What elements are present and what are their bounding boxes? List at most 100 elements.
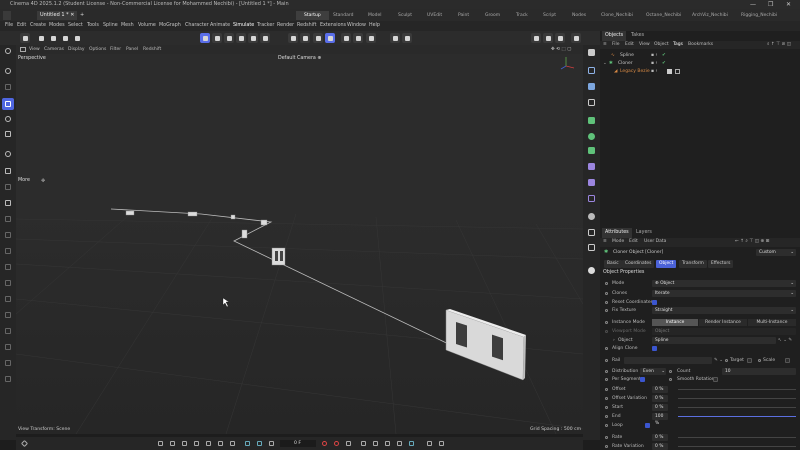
subtab-effectors[interactable]: Effectors xyxy=(708,260,734,268)
anim-dot-icon[interactable] xyxy=(605,292,608,295)
menu-volume[interactable]: Volume xyxy=(138,21,156,31)
objects-menu-object[interactable]: Object xyxy=(654,41,669,49)
field-icon[interactable] xyxy=(586,177,597,188)
sound-icon[interactable] xyxy=(268,440,275,447)
next-key-icon[interactable] xyxy=(217,440,224,447)
reset-coordinates-checkbox[interactable] xyxy=(652,300,657,305)
end-slider[interactable] xyxy=(678,416,796,418)
viewport-menu-redshift[interactable]: Redshift xyxy=(143,45,161,54)
key-rotation-icon[interactable] xyxy=(372,440,379,447)
rate-slider[interactable] xyxy=(678,437,796,438)
rail-link-icons[interactable]: ✎ ⌄ xyxy=(714,356,723,365)
viewport-menu-panel[interactable]: Panel xyxy=(126,45,138,54)
search-icon[interactable] xyxy=(2,45,14,57)
subtab-basic[interactable]: Basic xyxy=(604,260,622,268)
anim-dot-icon[interactable] xyxy=(669,378,672,381)
axis-z-icon[interactable] xyxy=(60,33,70,43)
menu-file[interactable]: File xyxy=(5,21,13,31)
layout-tab-rigging[interactable]: Rigging_Nechibi xyxy=(741,11,777,20)
timeline-settings-icon[interactable] xyxy=(438,440,445,447)
tool-icon-g[interactable] xyxy=(2,261,14,273)
minimize-button[interactable]: — xyxy=(750,0,756,9)
anim-dot-icon[interactable] xyxy=(605,347,608,350)
tool-icon-a[interactable] xyxy=(2,165,14,177)
motion-icon[interactable] xyxy=(426,440,433,447)
object-layer-bezier[interactable]: ▪ ⁞ xyxy=(651,68,657,76)
render-view-icon[interactable] xyxy=(366,33,376,43)
instance-mode-render-instance[interactable]: Render Instance xyxy=(699,319,747,326)
objects-menu-icon[interactable]: ≡ xyxy=(603,41,607,49)
menu-window[interactable]: Window xyxy=(347,21,366,31)
viewport-mode-dropdown[interactable]: Object xyxy=(652,328,796,335)
menu-render[interactable]: Render xyxy=(277,21,294,31)
offset-variation-slider[interactable] xyxy=(678,398,796,399)
anim-dot-icon[interactable] xyxy=(605,309,608,312)
panel-layout-icon[interactable] xyxy=(531,33,541,43)
polygons-mode-icon[interactable] xyxy=(236,33,246,43)
viewport-nav-icons[interactable]: ✥ ⟲ ⬚ ▢ xyxy=(551,45,571,54)
expand-chevron-icon[interactable]: ⌄ xyxy=(603,60,607,68)
points-mode-icon[interactable] xyxy=(212,33,222,43)
settings-icon[interactable] xyxy=(571,33,581,43)
anim-dot-icon[interactable] xyxy=(605,321,608,324)
previous-key-icon[interactable] xyxy=(169,440,176,447)
layout-tab-octane[interactable]: Octane_Nechibi xyxy=(646,11,681,20)
viewport-perspective[interactable]: Perspective Default Camera ⊕ More ✥ View… xyxy=(16,54,583,434)
move-icon[interactable] xyxy=(2,98,14,110)
scale-icon[interactable] xyxy=(2,128,14,140)
target-checkbox[interactable] xyxy=(747,358,752,363)
viewport-menu-view[interactable]: View xyxy=(29,45,40,54)
deformer-icon[interactable] xyxy=(586,161,597,172)
render-icon[interactable] xyxy=(341,33,351,43)
clones-dropdown[interactable]: Iterate ⌄ xyxy=(652,290,796,297)
per-segment-checkbox[interactable] xyxy=(640,377,645,382)
align-clone-checkbox[interactable] xyxy=(652,346,657,351)
extrude-icon[interactable] xyxy=(586,115,597,126)
layout-tab-archviz[interactable]: ArchViz_Nechibi xyxy=(692,11,728,20)
anim-dot-icon[interactable] xyxy=(605,445,608,448)
visibility-check-icon[interactable]: ✔ xyxy=(662,60,666,68)
snap-icon[interactable] xyxy=(288,33,298,43)
objects-menu-view[interactable]: View xyxy=(639,41,650,49)
menu-edit[interactable]: Edit xyxy=(17,21,26,31)
snap-settings-icon[interactable] xyxy=(300,33,310,43)
material-icon[interactable] xyxy=(586,265,597,276)
layout-tab-uvedit[interactable]: UVEdit xyxy=(427,11,442,20)
attributes-menu-mode[interactable]: Mode xyxy=(612,238,624,246)
more-label[interactable]: More xyxy=(18,178,30,183)
anim-dot-icon[interactable] xyxy=(758,359,761,362)
anim-dot-icon[interactable] xyxy=(605,378,608,381)
undo-icon[interactable] xyxy=(20,33,30,43)
tool-icon-e[interactable] xyxy=(2,229,14,241)
close-button[interactable]: ✕ xyxy=(786,0,791,9)
rotate-icon[interactable] xyxy=(2,113,14,125)
spline-pen-icon[interactable] xyxy=(586,193,597,204)
instance-mode-instance[interactable]: Instance xyxy=(652,319,698,326)
null-object-icon[interactable] xyxy=(586,65,597,76)
menu-extensions[interactable]: Extensions xyxy=(320,21,346,31)
edges-mode-icon[interactable] xyxy=(224,33,234,43)
visibility-check-icon[interactable]: ✔ xyxy=(662,52,666,60)
axis-y-icon[interactable] xyxy=(48,33,58,43)
loop-icon[interactable] xyxy=(244,440,251,447)
distribution-dropdown[interactable]: Even ⌄ xyxy=(640,368,666,375)
anim-dot-icon[interactable] xyxy=(605,415,608,418)
layout-tab-track[interactable]: Track xyxy=(516,11,528,20)
panel-layout3-icon[interactable] xyxy=(555,33,565,43)
offset-field[interactable]: 0 % xyxy=(652,386,668,393)
camera-icon[interactable] xyxy=(586,227,597,238)
tag-icon-2[interactable] xyxy=(675,69,680,74)
tool-icon-h[interactable] xyxy=(2,277,14,289)
smooth-rotation-checkbox[interactable] xyxy=(713,377,718,382)
tab-objects[interactable]: Objects xyxy=(602,31,627,41)
anim-dot-icon[interactable] xyxy=(605,436,608,439)
count-field[interactable]: 10 xyxy=(722,368,796,375)
rate-variation-slider[interactable] xyxy=(678,446,796,447)
attributes-menu-edit[interactable]: Edit xyxy=(629,238,638,246)
anim-dot-icon[interactable] xyxy=(669,370,672,373)
object-row-spline[interactable]: ∿ Spline ▪ ⁞ ✔ xyxy=(600,52,800,60)
anim-dot-icon[interactable] xyxy=(605,282,608,285)
object-layer-cloner[interactable]: ▪ ⁞ xyxy=(651,60,657,68)
objects-search-icon[interactable]: ⌕ ↑ ⊤ ⊘ ◫ xyxy=(767,41,791,49)
start-field[interactable]: 0 % xyxy=(652,404,668,411)
